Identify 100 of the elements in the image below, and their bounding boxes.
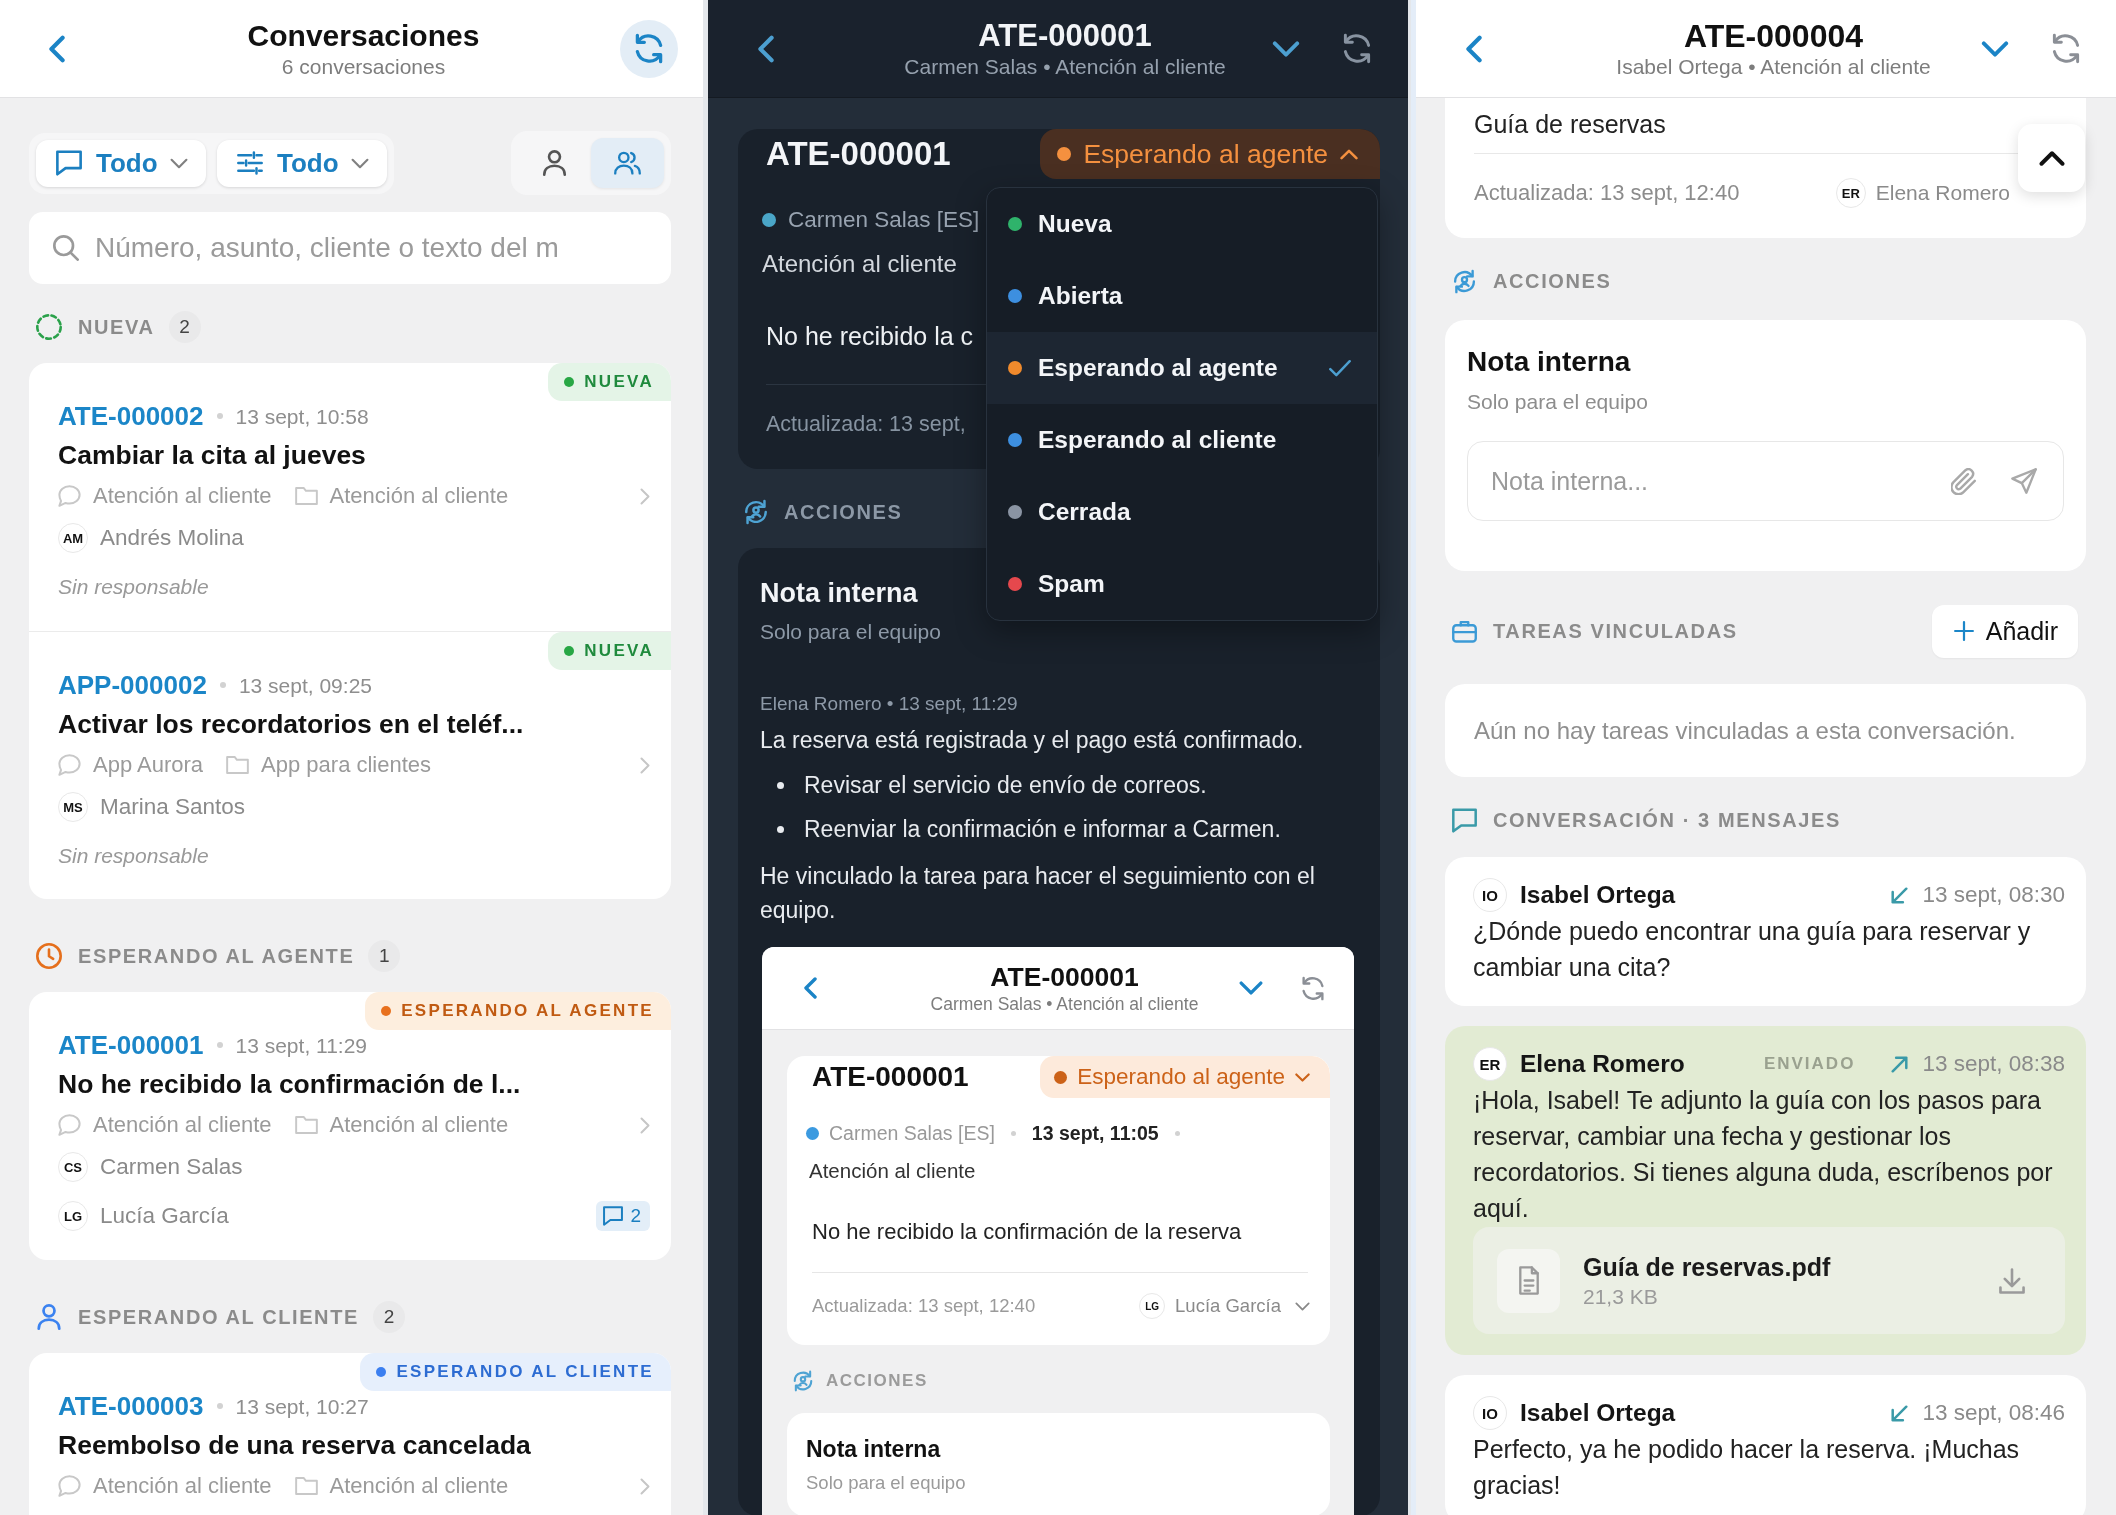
comment-count: 2	[630, 1205, 641, 1227]
ticket-subject: Reembolso de una reserva cancelada	[58, 1429, 532, 1462]
check-icon	[1329, 359, 1351, 377]
chevron-down-icon[interactable]	[1295, 1301, 1310, 1311]
filter-dropdown[interactable]: Todo	[36, 139, 206, 187]
message-text: ¿Dónde puedo encontrar una guía para reservar y cambiar una cita?	[1473, 916, 2032, 983]
status-option[interactable]: Nueva	[987, 188, 1377, 260]
arrow-down-left-icon	[1891, 886, 1909, 904]
note-input[interactable]: Nota interna...	[1491, 451, 1935, 511]
view-toggle-button[interactable]	[591, 138, 664, 188]
ticket-subtitle: Carmen Salas • Atención al cliente	[930, 993, 1199, 1015]
ticket-time: 13 sept, 11:29	[235, 1034, 368, 1056]
contact-name: Andrés Molina	[100, 525, 244, 551]
status-label: NUEVA	[584, 372, 654, 392]
chevron-up-icon	[1340, 148, 1358, 160]
note-subtitle: Solo para el equipo	[1467, 389, 1649, 415]
back-icon[interactable]	[804, 977, 817, 999]
section-title: ESPERANDO AL CLIENTE	[78, 1305, 359, 1329]
note-input-box[interactable]: Nota interna...	[1467, 441, 2064, 521]
bullet-dot-icon	[777, 825, 784, 833]
file-name: Guía de reservas.pdf	[1583, 1251, 1831, 1283]
assignee-name: Elena Romero	[1875, 181, 2010, 205]
back-icon[interactable]	[49, 34, 65, 63]
bullet-dot-icon	[777, 781, 784, 789]
chevron-right-icon	[640, 1477, 650, 1495]
chevron-down-icon	[351, 157, 369, 169]
team-label: App para clientes	[261, 752, 432, 778]
refresh-icon[interactable]	[1301, 975, 1325, 1001]
document-icon	[1497, 1248, 1560, 1313]
chevron-down-icon[interactable]	[1272, 40, 1300, 57]
ticket-subject: No he recibido la confirmación de la reserva	[812, 1218, 1242, 1246]
section-title: CONVERSACIÓN · 3 MENSAJES	[1493, 808, 1841, 832]
empty-state-text: Aún no hay tareas vinculadas a esta conversación.	[1474, 716, 2017, 746]
person-icon	[36, 1304, 62, 1330]
note-title: Nota interna	[760, 577, 918, 610]
ticket-subject: No he recibido la c	[766, 321, 974, 352]
message-time: 13 sept, 08:30	[1922, 882, 2065, 908]
download-icon[interactable]	[1999, 1267, 2025, 1294]
ticket-subtitle: Isabel Ortega • Atención al cliente	[1616, 53, 1931, 80]
assignee-label: Sin responsable	[58, 575, 209, 599]
chat-bubble-icon	[58, 1475, 81, 1497]
avatar: LG	[1139, 1293, 1166, 1319]
attachment-card[interactable]: Guía de reservas.pdf 21,3 KB	[1473, 1227, 2065, 1334]
send-icon[interactable]	[2011, 468, 2037, 494]
ticket-subject: Guía de reservas	[1474, 109, 1667, 140]
separator-dot-icon	[216, 1042, 223, 1048]
presence-dot-icon	[762, 213, 776, 227]
search-field[interactable]: Número, asunto, cliente o texto del m	[95, 220, 651, 276]
separator-dot-icon	[219, 682, 226, 688]
status-option[interactable]: Esperando al cliente	[987, 404, 1377, 476]
channel-label: Atención al cliente	[93, 1112, 272, 1138]
avatar: LG	[58, 1201, 88, 1231]
clock-icon	[36, 943, 62, 969]
refresh-icon[interactable]	[2051, 33, 2081, 64]
chat-bubble-icon	[58, 754, 81, 776]
chevron-right-icon	[640, 487, 650, 505]
folder-icon	[294, 485, 318, 507]
briefcase-icon	[1452, 618, 1477, 644]
status-option[interactable]: Spam	[987, 548, 1377, 620]
ticket-id: ATE-000003	[58, 1391, 204, 1421]
section-title: ACCIONES	[826, 1371, 928, 1391]
section-count: 2	[372, 1301, 405, 1333]
author-name: Isabel Ortega	[1520, 1399, 1676, 1427]
section-count: 1	[368, 940, 401, 972]
arrow-down-left-icon	[1891, 1404, 1909, 1422]
team-name: Atención al cliente	[809, 1158, 976, 1184]
paperclip-icon[interactable]	[1951, 467, 1977, 495]
status-dropdown[interactable]: Esperando al agente	[1040, 129, 1380, 179]
filter-dropdown[interactable]: Todo	[217, 139, 387, 187]
status-dot-icon	[1054, 1070, 1068, 1084]
status-option[interactable]: Abierta	[987, 260, 1377, 332]
file-size: 21,3 KB	[1583, 1283, 1659, 1310]
search-box[interactable]: Número, asunto, cliente o texto del m	[29, 212, 671, 284]
ticket-subject: Activar los recordatorios en el teléf...	[58, 708, 525, 741]
ticket-title: ATE-000001	[978, 17, 1152, 54]
ticket-id: ATE-000001	[58, 1030, 204, 1060]
channel-label: Atención al cliente	[93, 483, 272, 509]
status-label: ESPERANDO AL CLIENTE	[396, 1362, 654, 1382]
status-dot-icon	[1057, 147, 1072, 161]
back-icon[interactable]	[758, 34, 774, 63]
status-option[interactable]: Esperando al agente	[987, 332, 1377, 404]
status-option[interactable]: Cerrada	[987, 476, 1377, 548]
chevron-down-icon[interactable]	[1981, 40, 2009, 57]
ticket-number: ATE-000001	[765, 134, 951, 174]
assignee-label: Sin responsable	[58, 844, 209, 868]
chevron-up-icon	[2038, 150, 2065, 166]
note-paragraph: He vinculado la tarea para hacer el seguimiento con el equipo.	[760, 862, 1316, 925]
dashed-circle-icon	[36, 314, 62, 340]
add-button[interactable]: Añadir	[1931, 604, 2078, 658]
section-title: ACCIONES	[1493, 269, 1612, 293]
contact-name: Carmen Salas [ES]	[788, 207, 980, 233]
ticket-time: 13 sept, 10:58	[235, 405, 369, 427]
avatar: IO	[1473, 878, 1507, 912]
refresh-icon[interactable]	[1342, 33, 1372, 64]
contact-name: Carmen Salas [ES]	[829, 1121, 995, 1145]
back-icon[interactable]	[1466, 34, 1482, 63]
ticket-subtitle: Carmen Salas • Atención al cliente	[904, 53, 1226, 80]
chevron-down-icon[interactable]	[1239, 981, 1263, 995]
note-bullet: Reenviar la confirmación e informar a Carmen.	[804, 815, 1281, 844]
scroll-top-button[interactable]	[2018, 124, 2085, 192]
